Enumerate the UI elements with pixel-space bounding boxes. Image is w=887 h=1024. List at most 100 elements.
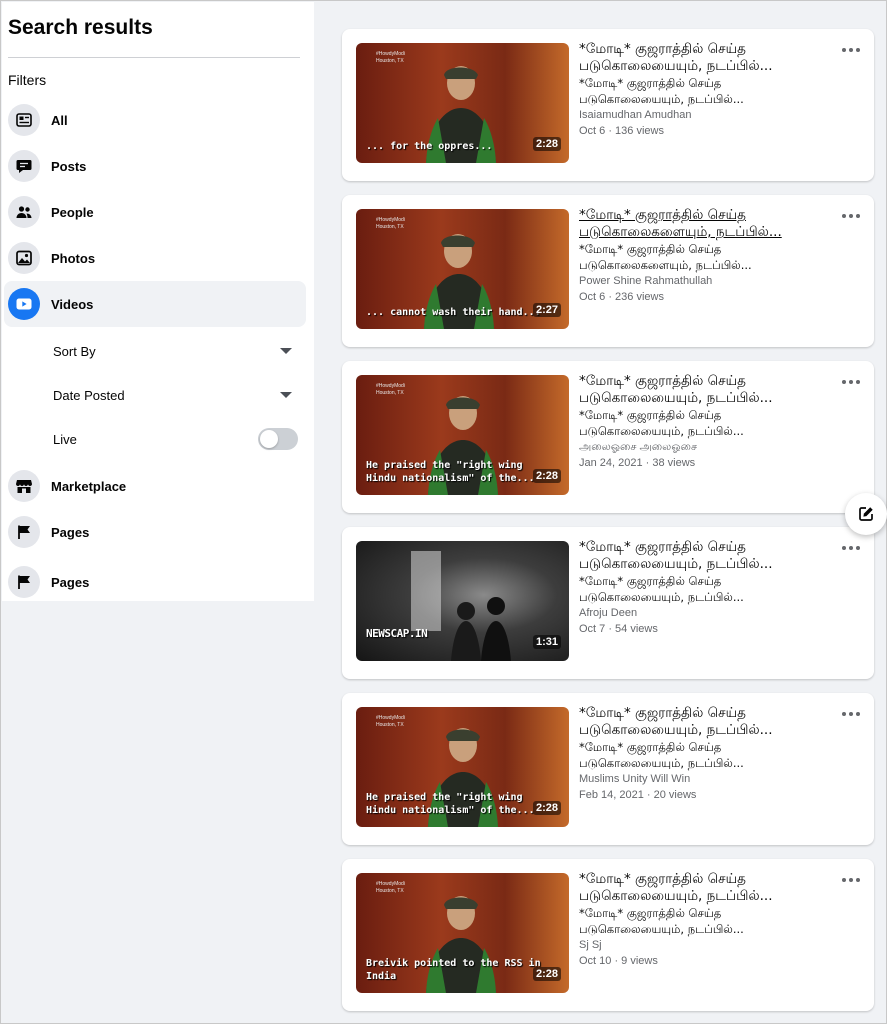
- divider: [8, 57, 300, 58]
- sidebar-item-videos[interactable]: Videos: [4, 281, 306, 327]
- video-title-line1[interactable]: *மோடி* குஜராத்தில் செய்த: [579, 41, 834, 58]
- video-info: *மோடி* குஜராத்தில் செய்த படுகொலைகளையும்,…: [579, 207, 834, 305]
- video-watermark: #HowdyModi Houston, TX: [376, 715, 405, 728]
- compose-icon: [859, 507, 873, 521]
- sidebar-item-label: People: [51, 204, 94, 220]
- video-thumbnail[interactable]: #HowdyModi Houston, TX He praised the "r…: [356, 375, 569, 495]
- video-duration: 2:28: [532, 801, 561, 815]
- video-description-line2: படுகொலைகளையும், நடப்பில்...: [579, 258, 752, 272]
- filters-label: Filters: [8, 72, 47, 88]
- more-options-icon[interactable]: [842, 377, 860, 387]
- sidebar-item-label: Videos: [51, 296, 94, 312]
- video-caption: Breivik pointed to the RSS in India: [366, 958, 541, 982]
- video-author[interactable]: அலைஓசை அலைஓசை: [579, 440, 834, 455]
- video-title-line1[interactable]: *மோடி* குஜராத்தில் செய்த: [579, 539, 834, 556]
- video-meta: Oct 6 · 236 views: [579, 291, 664, 303]
- video-title-line2[interactable]: படுகொலையையும், நடப்பில்...: [579, 556, 834, 573]
- video-description-line2: படுகொலையையும், நடப்பில்...: [579, 922, 744, 936]
- video-title-line2[interactable]: படுகொலையையும், நடப்பில்...: [579, 888, 834, 905]
- sidebar-item-label: All: [51, 112, 68, 128]
- video-title-line2[interactable]: படுகொலையையும், நடப்பில்...: [579, 390, 834, 407]
- sidebar-item-pages[interactable]: Pages: [4, 509, 306, 555]
- video-caption: He praised the "right wing Hindu nationa…: [366, 792, 535, 816]
- video-title-line2[interactable]: படுகொலையையும், நடப்பில்...: [579, 722, 834, 739]
- video-description-line1: *மோடி* குஜராத்தில் செய்த: [579, 740, 722, 754]
- video-info: *மோடி* குஜராத்தில் செய்த படுகொலையையும், …: [579, 41, 834, 139]
- video-meta: Jan 24, 2021 · 38 views: [579, 457, 696, 469]
- video-info: *மோடி* குஜராத்தில் செய்த படுகொலையையும், …: [579, 373, 834, 471]
- video-info: *மோடி* குஜராத்தில் செய்த படுகொலையையும், …: [579, 871, 834, 969]
- sidebar-item-label: Pages: [51, 574, 90, 590]
- video-watermark: #HowdyModi Houston, TX: [376, 217, 405, 230]
- video-title-line2[interactable]: படுகொலையையும், நடப்பில்...: [579, 58, 834, 75]
- more-options-icon[interactable]: [842, 875, 860, 885]
- video-title-line1[interactable]: *மோடி* குஜராத்தில் செய்த: [579, 705, 834, 722]
- sort-by-dropdown[interactable]: Sort By: [4, 331, 306, 371]
- new-message-button[interactable]: [845, 493, 887, 535]
- video-caption: ... cannot wash their hand...: [366, 307, 541, 318]
- video-thumbnail[interactable]: NEWSCAP.IN 1:31: [356, 541, 569, 661]
- live-filter: Live: [4, 419, 306, 459]
- video-watermark: #HowdyModi Houston, TX: [376, 51, 405, 64]
- more-options-icon[interactable]: [842, 543, 860, 553]
- video-thumbnail[interactable]: #HowdyModi Houston, TX ... for the oppre…: [356, 43, 569, 163]
- video-caption: He praised the "right wing Hindu nationa…: [366, 460, 535, 484]
- video-author[interactable]: Isaiamudhan Amudhan: [579, 108, 834, 123]
- video-result-card[interactable]: #HowdyModi Houston, TX He praised the "r…: [342, 693, 874, 845]
- sort-by-label: Sort By: [53, 343, 96, 359]
- live-toggle[interactable]: [258, 428, 298, 450]
- photos-icon: [8, 242, 40, 274]
- sidebar-item-label: Photos: [51, 250, 96, 266]
- sidebar-item-marketplace[interactable]: Marketplace: [4, 463, 306, 509]
- sidebar-item-label: Pages: [51, 524, 90, 540]
- sidebar-item-posts[interactable]: Posts: [4, 143, 306, 189]
- video-description-line1: *மோடி* குஜராத்தில் செய்த: [579, 242, 722, 256]
- video-thumbnail[interactable]: #HowdyModi Houston, TX ... cannot wash t…: [356, 209, 569, 329]
- video-caption: NEWSCAP.IN: [366, 627, 428, 640]
- video-author[interactable]: Power Shine Rahmathullah: [579, 274, 834, 289]
- video-duration: 2:28: [532, 469, 561, 483]
- people-icon: [8, 196, 40, 228]
- more-options-icon[interactable]: [842, 211, 860, 221]
- toggle-knob: [260, 430, 278, 448]
- video-author[interactable]: Afroju Deen: [579, 606, 834, 621]
- flag-icon: [8, 516, 40, 548]
- video-meta: Feb 14, 2021 · 20 views: [579, 789, 697, 801]
- video-title-line1[interactable]: *மோடி* குஜராத்தில் செய்த: [579, 871, 834, 888]
- date-posted-dropdown[interactable]: Date Posted: [4, 375, 306, 415]
- page-title: Search results: [8, 16, 153, 39]
- sidebar-item-people[interactable]: People: [4, 189, 306, 235]
- video-caption: ... for the oppres...: [366, 141, 493, 152]
- video-title-line1[interactable]: *மோடி* குஜராத்தில் செய்த: [579, 373, 834, 390]
- video-author[interactable]: Sj Sj: [579, 938, 834, 953]
- sidebar-item-label: Marketplace: [51, 478, 127, 494]
- more-options-icon[interactable]: [842, 45, 860, 55]
- sidebar-item-all[interactable]: All: [4, 97, 306, 143]
- caret-down-icon: [280, 348, 292, 354]
- video-author[interactable]: Muslims Unity Will Win: [579, 772, 834, 787]
- video-thumbnail[interactable]: #HowdyModi Houston, TX Breivik pointed t…: [356, 873, 569, 993]
- video-title-line2[interactable]: படுகொலைகளையும், நடப்பில்...: [579, 224, 834, 241]
- sidebar-item-label: Posts: [51, 158, 87, 174]
- caret-down-icon: [280, 392, 292, 398]
- video-result-card[interactable]: #HowdyModi Houston, TX He praised the "r…: [342, 361, 874, 513]
- video-result-card[interactable]: NEWSCAP.IN 1:31 *மோடி* குஜராத்தில் செய்த…: [342, 527, 874, 679]
- crowd-figure: [411, 551, 511, 661]
- sidebar-item-photos[interactable]: Photos: [4, 235, 306, 281]
- video-description-line1: *மோடி* குஜராத்தில் செய்த: [579, 574, 722, 588]
- video-description-line2: படுகொலையையும், நடப்பில்...: [579, 424, 744, 438]
- video-result-card[interactable]: #HowdyModi Houston, TX ... cannot wash t…: [342, 195, 874, 347]
- more-options-icon[interactable]: [842, 709, 860, 719]
- video-result-card[interactable]: #HowdyModi Houston, TX Breivik pointed t…: [342, 859, 874, 1011]
- video-description-line2: படுகொலையையும், நடப்பில்...: [579, 590, 744, 604]
- video-thumbnail[interactable]: #HowdyModi Houston, TX He praised the "r…: [356, 707, 569, 827]
- video-meta: Oct 10 · 9 views: [579, 955, 658, 967]
- video-result-card[interactable]: #HowdyModi Houston, TX ... for the oppre…: [342, 29, 874, 181]
- video-title-line1[interactable]: *மோடி* குஜராத்தில் செய்த: [579, 207, 834, 224]
- video-icon: [8, 288, 40, 320]
- video-duration: 2:28: [532, 137, 561, 151]
- video-watermark: #HowdyModi Houston, TX: [376, 881, 405, 894]
- sidebar-item-pages[interactable]: Pages: [4, 559, 306, 605]
- video-duration: 1:31: [532, 635, 561, 649]
- video-description-line1: *மோடி* குஜராத்தில் செய்த: [579, 76, 722, 90]
